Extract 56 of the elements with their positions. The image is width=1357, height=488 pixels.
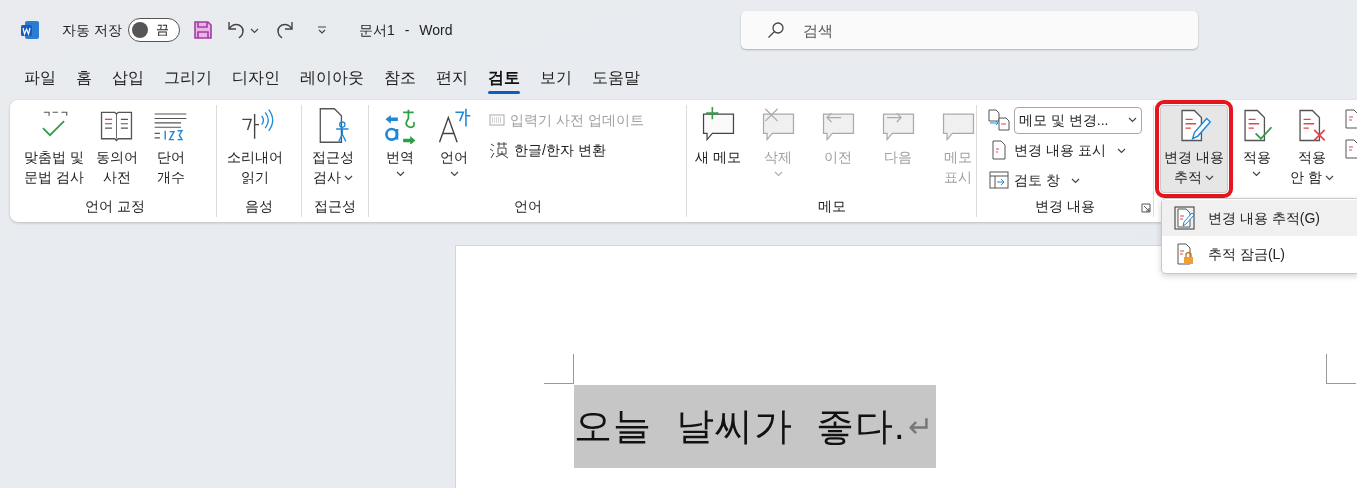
group-label: 음성: [245, 196, 273, 216]
ribbon-tab[interactable]: 편지: [426, 60, 478, 96]
document-title: 문서1: [358, 20, 395, 40]
customize-toolbar-icon[interactable]: [316, 25, 327, 35]
documents-icon: [987, 109, 1011, 131]
group-label: 변경 내용: [1035, 196, 1095, 216]
ribbon-button[interactable]: 동의어 사전: [91, 105, 142, 189]
margin-corner-mark: [544, 354, 574, 384]
dialog-launcher-icon[interactable]: [1141, 203, 1151, 213]
ribbon-tab[interactable]: 검토: [478, 60, 530, 96]
ribbon-tab[interactable]: 디자인: [222, 60, 290, 96]
ribbon-tab[interactable]: 그리기: [154, 60, 222, 96]
document-icon: [989, 140, 1009, 160]
ribbon-button[interactable]: 번역: [375, 105, 425, 181]
app-name: Word: [419, 20, 453, 40]
ribbon-button[interactable]: 단어 개수: [145, 105, 196, 189]
document-text: 오늘 날씨가 좋다.↵: [574, 385, 936, 468]
markup-dropdown[interactable]: 메모 및 변경...: [1014, 106, 1142, 134]
ribbon-button[interactable]: 소리내어 읽기: [223, 105, 287, 189]
title-separator: -: [404, 20, 410, 40]
ribbon-button[interactable]: 변경 내용 표시: [987, 135, 1142, 165]
document-lock-icon: [1174, 242, 1196, 266]
pane-icon: [989, 170, 1009, 190]
keyboard-icon: [489, 114, 505, 126]
ribbon-tab[interactable]: 홈: [66, 60, 102, 96]
caret-icon: [249, 27, 259, 34]
paragraph-mark: ↵: [907, 409, 934, 445]
ribbon-tab[interactable]: 삽입: [102, 60, 154, 96]
ribbon-button[interactable]: 접근성 검사: [308, 105, 358, 189]
ribbon-tab[interactable]: 참조: [374, 60, 426, 96]
ribbon-button[interactable]: 적용: [1231, 105, 1282, 193]
ribbon-button[interactable]: 검토 창: [987, 165, 1142, 195]
menu-item[interactable]: 추적 잠금(L): [1162, 236, 1357, 272]
search-field[interactable]: 검색: [740, 11, 1198, 49]
app-icon[interactable]: [20, 20, 40, 40]
save-icon[interactable]: [192, 20, 213, 40]
ribbon-tab[interactable]: 파일: [14, 60, 66, 96]
ribbon-button[interactable]: 새 메모: [693, 105, 743, 169]
autosave-label: 자동 저장: [62, 20, 122, 40]
ribbon-button[interactable]: 적용 안 함: [1285, 105, 1338, 193]
ribbon-button[interactable]: 한글/한자 변환: [487, 135, 646, 165]
group-label: 언어: [513, 196, 542, 216]
group-label: 언어 교정: [85, 196, 145, 216]
group-label: 접근성: [314, 196, 356, 216]
hanja-icon: [489, 140, 509, 160]
group-label: 메모: [817, 196, 846, 216]
ribbon-tab[interactable]: 도움말: [582, 60, 650, 96]
ribbon-tab[interactable]: 보기: [530, 60, 582, 96]
margin-corner-mark: [1326, 354, 1356, 384]
ribbon-tab[interactable]: 레이아웃: [290, 60, 374, 96]
ribbon-button[interactable]: 맞춤법 및 문법 검사: [20, 105, 88, 189]
search-icon: [766, 21, 785, 39]
ribbon-button[interactable]: 언어: [429, 105, 479, 181]
autosave-toggle[interactable]: 끔: [127, 18, 180, 42]
menu-item[interactable]: 변경 내용 추적(G): [1162, 200, 1357, 236]
document-pencil-icon: [1174, 206, 1196, 230]
